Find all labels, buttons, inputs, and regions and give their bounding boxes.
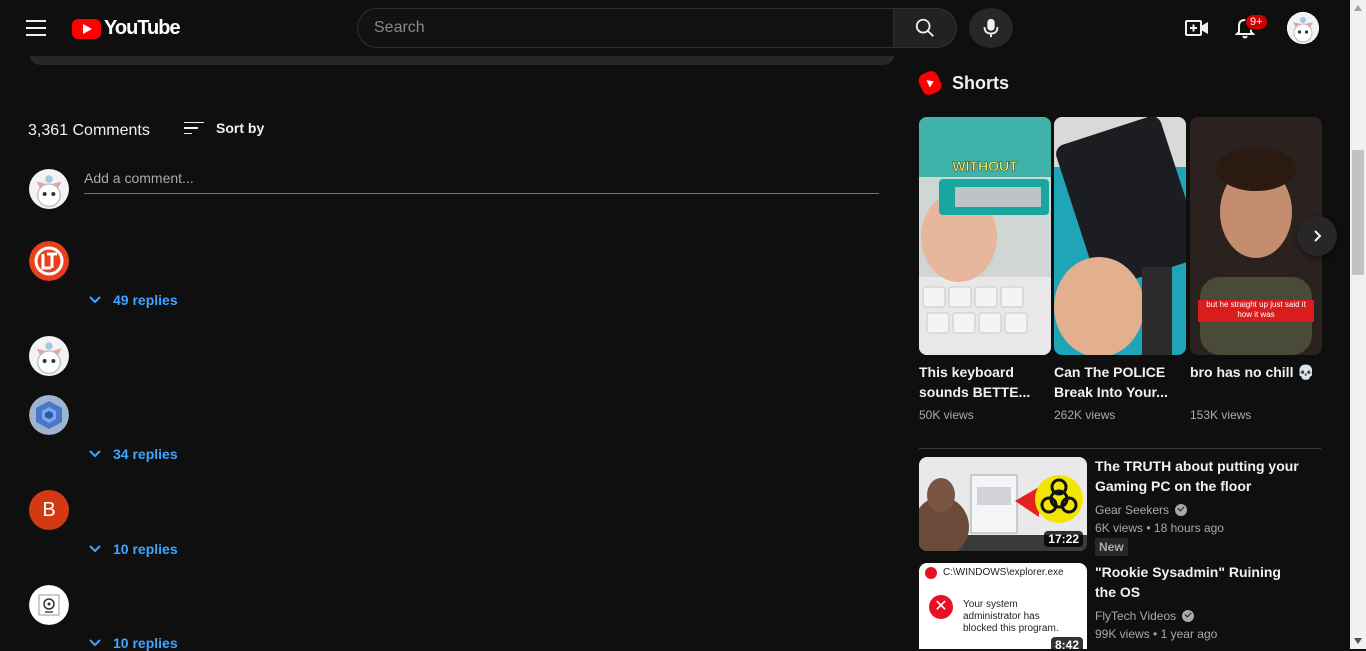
page-scrollbar[interactable] (1350, 0, 1366, 649)
meta-separator: • (1146, 521, 1154, 535)
replies-label: 49 replies (113, 292, 178, 308)
account-avatar[interactable] (1287, 12, 1319, 44)
shorts-heading: Shorts (916, 68, 1010, 98)
microphone-icon (983, 18, 999, 38)
thumbnail-error-message: Your system administrator has blocked th… (963, 599, 1059, 634)
avatar-letter: B (42, 498, 56, 521)
verified-icon (1182, 610, 1195, 622)
youtube-play-icon (72, 18, 101, 39)
short-overlay-text: WITHOUT (952, 158, 1018, 174)
replies-label: 10 replies (113, 541, 178, 557)
video-thumbnail[interactable]: 17:22 (919, 457, 1087, 551)
video-meta: 6K views • 18 hours ago (1095, 521, 1224, 535)
sort-icon (184, 121, 204, 135)
video-channel[interactable]: Gear Seekers (1095, 503, 1188, 517)
shorts-icon (916, 68, 944, 98)
video-meta: 99K views • 1 year ago (1095, 627, 1217, 641)
short-title[interactable]: This keyboard sounds BETTE... (919, 362, 1051, 402)
replies-label: 34 replies (113, 446, 178, 462)
scroll-down-arrow-icon[interactable] (1350, 633, 1366, 649)
video-duration: 8:42 (1050, 637, 1083, 649)
search-box[interactable] (357, 8, 894, 48)
shorts-heading-label: Shorts (952, 72, 1010, 93)
search-icon (915, 18, 934, 37)
letter-b-avatar[interactable]: B (29, 490, 69, 530)
new-badge: New (1095, 538, 1128, 556)
channel-name: FlyTech Videos (1095, 609, 1177, 623)
view-replies-button[interactable]: 49 replies (87, 292, 178, 308)
chevron-down-icon (89, 450, 101, 458)
short-views: 153K views (1190, 408, 1252, 422)
view-replies-button[interactable]: 10 replies (87, 541, 178, 557)
masthead: YouTube 9+ (0, 0, 1350, 56)
shelf-divider (919, 448, 1321, 449)
lttstore-logo-avatar (29, 241, 69, 281)
add-comment-field[interactable] (84, 170, 879, 194)
commenter-avatar[interactable] (29, 585, 69, 625)
video-age: 18 hours ago (1153, 521, 1224, 535)
video-thumbnail[interactable]: C:\WINDOWS\explorer.exe ✕ Your system ad… (919, 563, 1087, 649)
video-plus-icon (1185, 20, 1208, 36)
video-age: 1 year ago (1160, 627, 1218, 641)
scrollbar-thumb[interactable] (1352, 150, 1364, 275)
commenter-avatar[interactable] (29, 336, 69, 376)
verified-icon (1175, 504, 1188, 516)
white-logo-avatar (29, 585, 69, 625)
chevron-right-icon (1314, 230, 1322, 242)
comments-count: 3,361 Comments (28, 122, 150, 139)
commenter-avatar[interactable] (29, 241, 69, 281)
thumbnail-window-title: C:\WINDOWS\explorer.exe (943, 567, 1064, 578)
search-button[interactable] (893, 8, 957, 48)
search-input[interactable] (374, 19, 893, 37)
chevron-down-icon (89, 296, 101, 304)
voice-search-button[interactable] (969, 8, 1013, 48)
video-title[interactable]: The TRUTH about putting your Gaming PC o… (1095, 456, 1305, 496)
video-channel[interactable]: FlyTech Videos (1095, 609, 1195, 623)
short-views: 262K views (1054, 408, 1116, 422)
video-views: 6K views (1095, 521, 1144, 535)
commenter-avatar[interactable] (29, 395, 69, 435)
chevron-down-icon (89, 545, 101, 553)
sort-by-button[interactable]: Sort by (184, 120, 264, 136)
scroll-up-arrow-icon[interactable] (1350, 0, 1366, 16)
create-video-button[interactable] (1180, 12, 1214, 44)
shorts-next-button[interactable] (1297, 216, 1337, 256)
video-views: 99K views (1095, 627, 1150, 641)
meta-separator: • (1153, 627, 1161, 641)
video-title[interactable]: "Rookie Sysadmin" Ruining the OS (1095, 562, 1305, 602)
youtube-logo-text: YouTube (104, 17, 181, 39)
notification-badge: 9+ (1245, 14, 1268, 30)
my-avatar[interactable] (29, 169, 69, 209)
view-replies-button[interactable]: 34 replies (87, 446, 178, 462)
short-thumbnail[interactable] (1054, 117, 1186, 355)
add-comment-input[interactable] (84, 170, 879, 186)
guide-menu-icon[interactable] (20, 12, 52, 44)
short-views: 50K views (919, 408, 974, 422)
youtube-logo[interactable]: YouTube (72, 17, 181, 40)
anime-cat-avatar (29, 336, 69, 376)
error-icon: ✕ (929, 595, 953, 619)
sort-by-label: Sort by (216, 120, 265, 136)
short-title[interactable]: Can The POLICE Break Into Your... (1054, 362, 1186, 402)
short-title[interactable]: bro has no chill 💀 (1190, 362, 1322, 382)
short-caption-text: but he straight up just said it how it w… (1206, 300, 1306, 319)
video-duration: 17:22 (1044, 531, 1083, 547)
channel-name: Gear Seekers (1095, 503, 1170, 517)
blue-geometric-avatar (29, 395, 69, 435)
short-thumbnail[interactable]: WITHOUT (919, 117, 1051, 355)
